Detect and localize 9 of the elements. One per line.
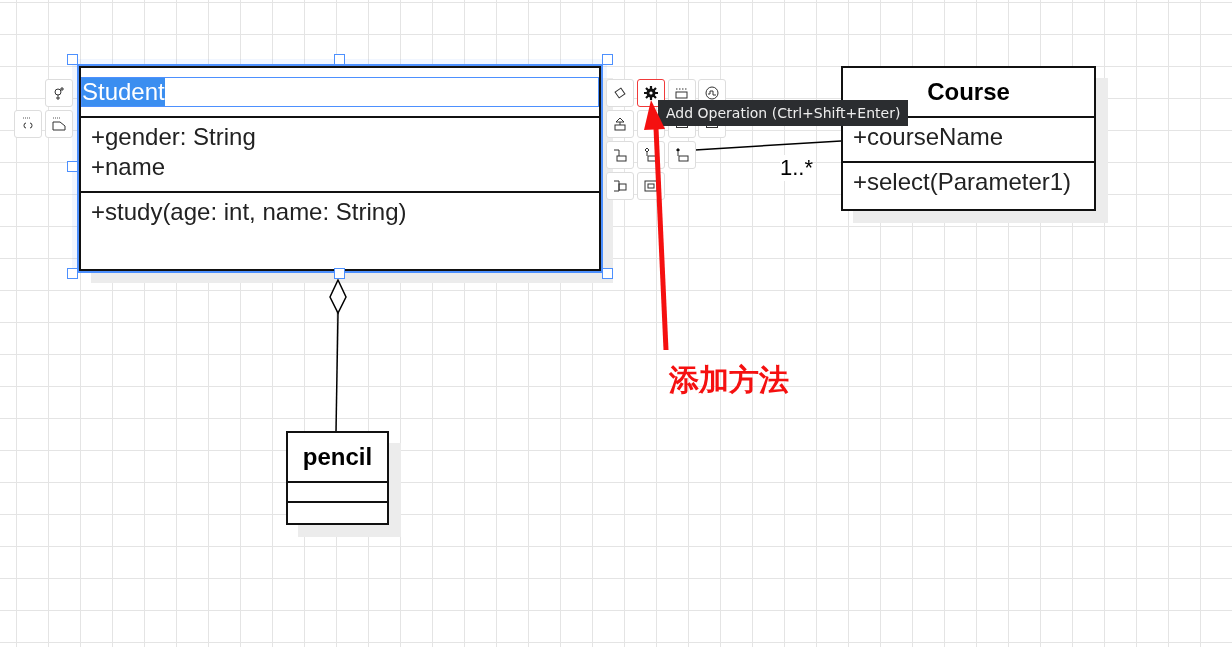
- class-name: Course: [927, 78, 1010, 106]
- multiplicity-label: 1..*: [780, 155, 814, 181]
- operation: +study(age: int, name: String): [91, 197, 408, 227]
- annotation-label: 添加方法: [669, 361, 789, 399]
- class-name: pencil: [302, 443, 373, 471]
- attribute: +gender: String: [91, 122, 257, 152]
- attribute: +name: [91, 152, 167, 182]
- operation: +select(Parameter1): [853, 167, 1073, 197]
- tooltip: Add Operation (Ctrl+Shift+Enter): [658, 100, 909, 126]
